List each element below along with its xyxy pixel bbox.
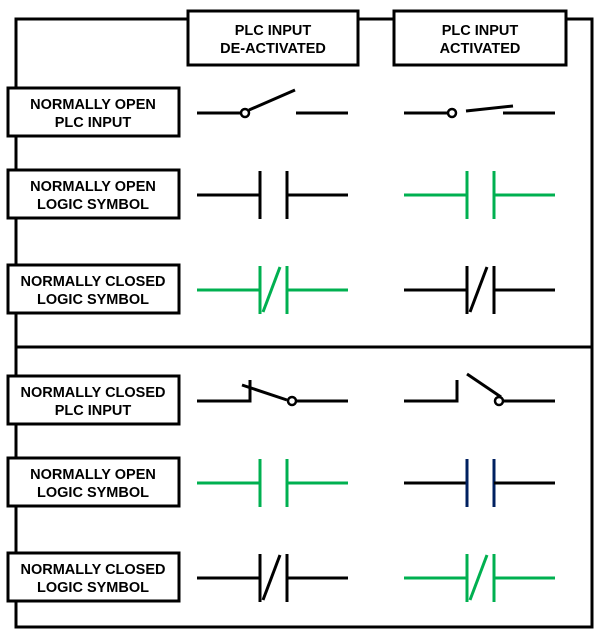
row-label-line-2: LOGIC SYMBOL <box>37 197 149 213</box>
diagram-row: NORMALLY OPEN PLC INPUT <box>6 86 555 138</box>
plc-contact-diagram: PLC INPUT DE-ACTIVATED PLC INPUT ACTIVAT… <box>6 9 594 629</box>
row-label-line-2: PLC INPUT <box>55 115 132 131</box>
header-line-1: PLC INPUT <box>235 23 312 39</box>
nc-slash <box>261 554 282 601</box>
header-line-2: ACTIVATED <box>440 41 521 57</box>
row-label-line-1: NORMALLY CLOSED <box>20 562 165 578</box>
diagram-row: NORMALLY CLOSED LOGIC SYMBOL <box>6 551 555 603</box>
nc-slash <box>468 266 489 313</box>
pivot-icon <box>493 395 505 407</box>
switch-blade <box>248 88 296 112</box>
pivot-icon <box>446 107 458 119</box>
normally-open-input-section: NORMALLY OPEN PLC INPUT NORMALLY OPEN LOGIC… <box>6 86 555 315</box>
pivot-icon <box>239 107 251 119</box>
no-contact-activated-icon <box>404 171 555 219</box>
diagram-rows: NORMALLY OPEN PLC INPUT NORMALLY OPEN LOGIC… <box>6 86 555 603</box>
nc-input-deactivated-icon <box>197 380 348 407</box>
row-label-line-1: NORMALLY OPEN <box>30 179 156 195</box>
diagram-row: NORMALLY OPEN LOGIC SYMBOL <box>6 168 555 220</box>
switch-blade <box>465 104 514 113</box>
no-input-activated-icon <box>404 104 555 119</box>
nc-slash <box>261 266 282 313</box>
row-label-line-1: NORMALLY CLOSED <box>20 385 165 401</box>
row-label-line-1: NORMALLY OPEN <box>30 467 156 483</box>
no-contact-activated-icon <box>404 459 555 507</box>
diagram-row: NORMALLY OPEN LOGIC SYMBOL <box>6 456 555 508</box>
no-contact-deactivated-icon <box>197 459 348 507</box>
diagram-row: NORMALLY CLOSED PLC INPUT <box>6 372 555 426</box>
nc-slash <box>468 554 489 601</box>
switch-blade <box>466 372 502 399</box>
row-label-line-1: NORMALLY OPEN <box>30 97 156 113</box>
normally-closed-input-section: NORMALLY CLOSED PLC INPUT NORMALLY OPEN LOG… <box>6 372 555 603</box>
row-label-line-2: PLC INPUT <box>55 403 132 419</box>
header-line-1: PLC INPUT <box>442 23 519 39</box>
header-line-2: DE-ACTIVATED <box>220 41 326 57</box>
row-label-line-2: LOGIC SYMBOL <box>37 580 149 596</box>
nc-contact-deactivated-icon <box>197 554 348 602</box>
row-label-line-2: LOGIC SYMBOL <box>37 485 149 501</box>
no-input-deactivated-icon <box>197 88 348 119</box>
row-label-line-2: LOGIC SYMBOL <box>37 292 149 308</box>
pivot-icon <box>286 395 298 407</box>
nc-contact-activated-icon <box>404 266 555 314</box>
no-contact-deactivated-icon <box>197 171 348 219</box>
diagram-row: NORMALLY CLOSED LOGIC SYMBOL <box>6 263 555 315</box>
column-header-deactivated: PLC INPUT DE-ACTIVATED <box>186 9 360 67</box>
row-label-line-1: NORMALLY CLOSED <box>20 274 165 290</box>
nc-contact-activated-icon <box>404 554 555 602</box>
column-header-activated: PLC INPUT ACTIVATED <box>392 9 568 67</box>
nc-input-activated-icon <box>404 372 555 407</box>
nc-contact-deactivated-icon <box>197 266 348 314</box>
